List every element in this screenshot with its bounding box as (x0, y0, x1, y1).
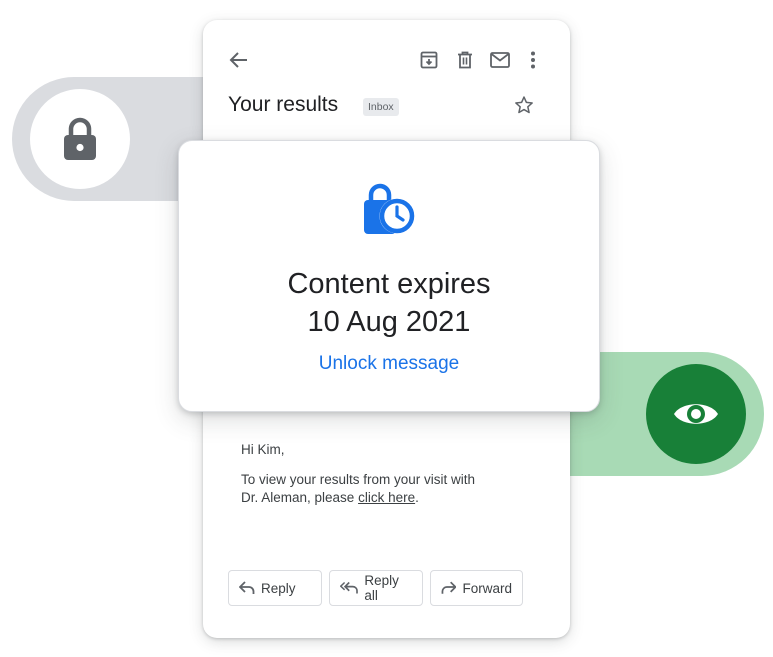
email-greeting: Hi Kim, (241, 442, 285, 457)
email-body: To view your results from your visit wit… (241, 471, 496, 507)
mark-unread-button[interactable] (488, 49, 512, 71)
back-button[interactable] (227, 48, 251, 72)
results-link[interactable]: click here (358, 490, 415, 505)
reply-label: Reply (261, 580, 296, 596)
lock-icon (64, 117, 96, 160)
forward-label: Forward (462, 580, 512, 596)
forward-button[interactable]: Forward (430, 570, 523, 606)
reply-all-icon (340, 581, 358, 594)
visibility-circle (646, 364, 746, 464)
mark-unread-icon (490, 52, 510, 68)
content-expiry-dialog: Content expires 10 Aug 2021 Unlock messa… (178, 140, 600, 412)
delete-button[interactable] (454, 49, 476, 71)
forward-icon (441, 581, 457, 594)
reply-all-label: Reply all (364, 573, 399, 603)
email-subject: Your results (228, 93, 339, 116)
star-button[interactable] (511, 92, 537, 118)
eye-icon (674, 404, 718, 424)
inbox-label[interactable]: Inbox (363, 98, 399, 116)
email-body-end: . (415, 490, 419, 505)
lock-circle (30, 89, 130, 189)
back-arrow-icon (229, 52, 247, 68)
reply-all-button[interactable]: Reply all (329, 570, 423, 606)
reply-button[interactable]: Reply (228, 570, 322, 606)
expiry-title-line1: Content expires (287, 268, 491, 300)
unlock-message-link[interactable]: Unlock message (179, 353, 599, 375)
lock-clock-icon (364, 183, 415, 234)
reply-icon (239, 581, 255, 594)
archive-button[interactable] (418, 49, 440, 71)
more-options-button[interactable] (525, 49, 541, 71)
star-icon (515, 96, 533, 114)
more-vert-icon (531, 51, 535, 69)
expiry-date: 10 Aug 2021 (307, 306, 471, 338)
archive-icon (420, 51, 438, 69)
expiry-title: Content expires 10 Aug 2021 (179, 265, 599, 341)
delete-icon (458, 51, 472, 69)
